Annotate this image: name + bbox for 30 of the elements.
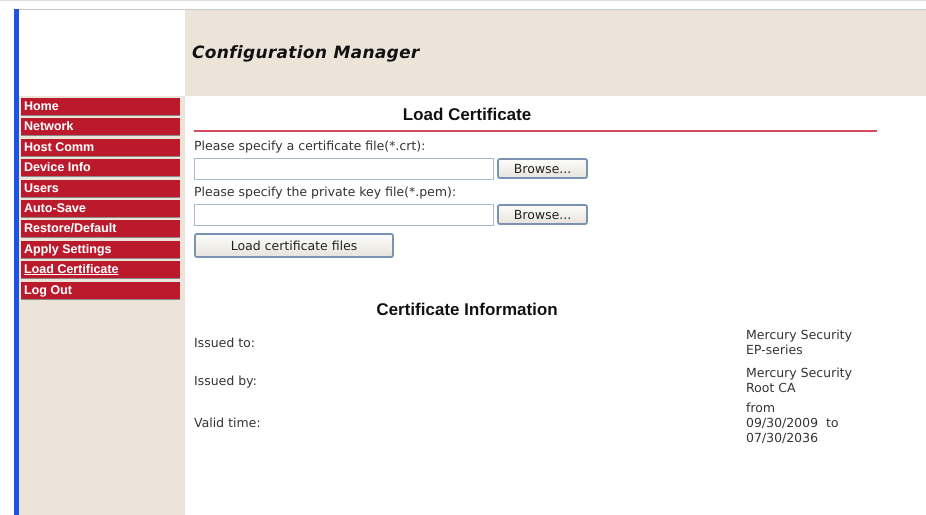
nav-link[interactable]: Home [21,98,180,116]
file-path-field[interactable] [194,204,494,226]
nav-link[interactable]: Network [21,118,180,136]
info-value: from [746,400,776,415]
section-title: Load Certificate [402,105,532,126]
info-label: Valid time: [194,415,262,430]
browse-button[interactable]: Browse... [497,158,588,179]
app-title: Configuration Manager [192,43,420,63]
info-value: 09/30/2009 to [746,415,839,430]
info-value: EP-series [746,342,804,357]
section-title: Certificate Information [376,300,558,321]
info-value: Mercury Security [746,327,852,342]
nav-link[interactable]: Load Certificate [21,261,180,280]
load-button[interactable]: Load certificate files [194,233,394,258]
info-label: Issued by: [194,372,258,388]
nav-link[interactable]: Apply Settings [21,240,180,259]
nav-link[interactable]: Restore/Default [21,220,180,238]
info-value: 07/30/2036 [746,430,820,445]
nav-link[interactable]: Host Comm [21,138,180,157]
info-value: Mercury Security [746,365,852,380]
nav-link[interactable]: Log Out [21,282,180,300]
nav-link[interactable]: Users [21,180,180,198]
info-value: Root CA [746,380,797,395]
nav-link[interactable]: Device Info [21,159,180,178]
field-label: Please specify a certificate file(*.crt): [194,137,426,155]
file-path-field[interactable] [194,158,494,180]
info-label: Issued to: [194,334,256,350]
browse-button[interactable]: Browse... [497,204,588,225]
nav-link[interactable]: Auto-Save [21,200,180,218]
field-label: Please specify the private key file(*.pem): [194,183,458,201]
